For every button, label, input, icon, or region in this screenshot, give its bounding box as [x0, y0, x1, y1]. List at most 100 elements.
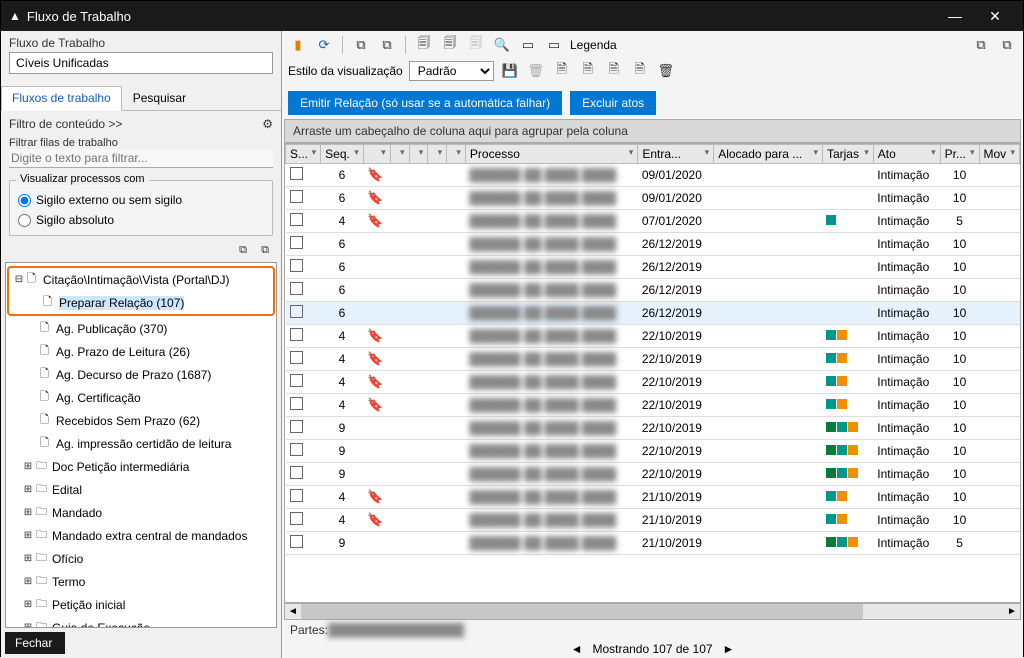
expand-icon[interactable]: ⊞: [22, 461, 34, 472]
tree-item-preparar-relacao[interactable]: 🗋 Preparar Relação (107): [9, 291, 273, 314]
tab-pesquisar[interactable]: Pesquisar: [122, 86, 197, 110]
column-header[interactable]: ▾: [428, 145, 447, 164]
table-row[interactable]: 4🔖██████-██.████.████22/10/2019Intimação…: [286, 325, 1020, 348]
expand-icon[interactable]: ⊞: [22, 530, 34, 541]
excluir-atos-button[interactable]: Excluir atos: [570, 91, 656, 115]
tab-fluxos[interactable]: Fluxos de trabalho: [1, 86, 122, 111]
column-header[interactable]: ▾: [447, 145, 466, 164]
filter-content-link[interactable]: Filtro de conteúdo >> ⚙: [9, 117, 273, 131]
column-header[interactable]: Pr...▾: [940, 145, 979, 164]
row-checkbox[interactable]: [290, 351, 303, 364]
tree-view[interactable]: ⊟ 🗋 Citação\Intimação\Vista (Portal\DJ) …: [5, 262, 277, 628]
radio-sigilo-externo[interactable]: Sigilo externo ou sem sigilo: [18, 193, 264, 207]
row-checkbox[interactable]: [290, 213, 303, 226]
tool-icon-2[interactable]: 🗐: [440, 35, 460, 55]
flow-combo[interactable]: Cíveis Unificadas: [9, 52, 273, 74]
table-row[interactable]: 6██████-██.████.████26/12/2019Intimação1…: [286, 302, 1020, 325]
tree-item[interactable]: ⊞🗀Termo: [6, 570, 276, 593]
table-row[interactable]: 4🔖██████-██.████.████22/10/2019Intimação…: [286, 371, 1020, 394]
table-row[interactable]: 6🔖██████-██.████.████09/01/2020Intimação…: [286, 187, 1020, 210]
minimize-button[interactable]: —: [935, 1, 975, 31]
row-checkbox[interactable]: [290, 512, 303, 525]
column-header[interactable]: ▾: [390, 145, 409, 164]
row-checkbox[interactable]: [290, 167, 303, 180]
tree-item[interactable]: ⊞🗀Ofício: [6, 547, 276, 570]
tree-item[interactable]: 🗋Recebidos Sem Prazo (62): [6, 409, 276, 432]
pager-prev-icon[interactable]: ◄: [571, 642, 583, 656]
row-checkbox[interactable]: [290, 328, 303, 341]
export-icon-4[interactable]: 🗎: [630, 61, 650, 81]
paste-icon[interactable]: ⧉: [377, 35, 397, 55]
tree-item[interactable]: ⊞🗀Edital: [6, 478, 276, 501]
export-icon-1[interactable]: 🗎: [552, 61, 572, 81]
row-checkbox[interactable]: [290, 259, 303, 272]
tree-item[interactable]: 🗋Ag. Decurso de Prazo (1687): [6, 363, 276, 386]
expand-icon[interactable]: ⊞: [22, 622, 34, 628]
expand-icon[interactable]: ⊞: [22, 599, 34, 610]
tree-item[interactable]: 🗋Ag. Certificação: [6, 386, 276, 409]
row-checkbox[interactable]: [290, 466, 303, 479]
column-header[interactable]: ▾: [409, 145, 428, 164]
scroll-right-icon[interactable]: ►: [1004, 606, 1020, 617]
collapse-icon[interactable]: ⊟: [13, 274, 25, 285]
table-row[interactable]: 4🔖██████-██.████.████22/10/2019Intimação…: [286, 394, 1020, 417]
table-row[interactable]: 9██████-██.████.████21/10/2019Intimação5: [286, 532, 1020, 555]
row-checkbox[interactable]: [290, 489, 303, 502]
table-row[interactable]: 6🔖██████-██.████.████09/01/2020Intimação…: [286, 164, 1020, 187]
search-person-icon[interactable]: 🔍: [492, 35, 512, 55]
tree-item[interactable]: ⊞🗀Mandado extra central de mandados: [6, 524, 276, 547]
table-row[interactable]: 4🔖██████-██.████.████21/10/2019Intimação…: [286, 486, 1020, 509]
table-row[interactable]: 4🔖██████-██.████.████22/10/2019Intimação…: [286, 348, 1020, 371]
expand-icon[interactable]: ⊞: [22, 484, 34, 495]
tree-item[interactable]: ⊞🗀Petição inicial: [6, 593, 276, 616]
emitir-relacao-button[interactable]: Emitir Relação (só usar se a automática …: [288, 91, 562, 115]
expand-icon[interactable]: ⊞: [22, 553, 34, 564]
trash-icon[interactable]: 🗑: [656, 61, 676, 81]
column-header[interactable]: Processo▾: [465, 145, 637, 164]
expand-icon[interactable]: ⊞: [22, 507, 34, 518]
table-row[interactable]: 9██████-██.████.████22/10/2019Intimação1…: [286, 463, 1020, 486]
table-row[interactable]: 6██████-██.████.████26/12/2019Intimação1…: [286, 279, 1020, 302]
group-by-bar[interactable]: Arraste um cabeçalho de coluna aqui para…: [284, 119, 1021, 143]
tree-item[interactable]: 🗋Ag. Publicação (370): [6, 317, 276, 340]
column-header[interactable]: Ato▾: [873, 145, 940, 164]
bookmark-icon[interactable]: ▮: [288, 35, 308, 55]
row-checkbox[interactable]: [290, 374, 303, 387]
pager-next-icon[interactable]: ►: [723, 642, 735, 656]
radio-sigilo-absoluto[interactable]: Sigilo absoluto: [18, 213, 264, 227]
row-checkbox[interactable]: [290, 282, 303, 295]
table-row[interactable]: 4🔖██████-██.████.████21/10/2019Intimação…: [286, 509, 1020, 532]
column-header[interactable]: Tarjas▾: [822, 145, 873, 164]
refresh-icon[interactable]: ⟳: [314, 35, 334, 55]
tree-item[interactable]: 🗋Ag. impressão certidão de leitura: [6, 432, 276, 455]
tool-icon-1[interactable]: 🗐: [414, 35, 434, 55]
column-header[interactable]: Alocado para ...▾: [714, 145, 823, 164]
tool-icon-r2[interactable]: ⧉: [997, 35, 1017, 55]
table-row[interactable]: 6██████-██.████.████26/12/2019Intimação1…: [286, 233, 1020, 256]
gear-icon[interactable]: ⚙: [262, 117, 273, 131]
tree-tool-2-icon[interactable]: ⧉: [257, 244, 273, 260]
row-checkbox[interactable]: [290, 236, 303, 249]
table-row[interactable]: 9██████-██.████.████22/10/2019Intimação1…: [286, 417, 1020, 440]
scroll-left-icon[interactable]: ◄: [285, 606, 301, 617]
tree-item[interactable]: ⊞🗀Guia de Execução: [6, 616, 276, 628]
export-icon-3[interactable]: 🗎: [604, 61, 624, 81]
row-checkbox[interactable]: [290, 420, 303, 433]
column-header[interactable]: S...▾: [286, 145, 321, 164]
table-row[interactable]: 9██████-██.████.████22/10/2019Intimação1…: [286, 440, 1020, 463]
tool-icon-5[interactable]: ▭: [544, 35, 564, 55]
table-row[interactable]: 6██████-██.████.████26/12/2019Intimação1…: [286, 256, 1020, 279]
tool-icon-4[interactable]: ▭: [518, 35, 538, 55]
tree-item[interactable]: ⊞🗀Doc Petição intermediária: [6, 455, 276, 478]
tree-item[interactable]: ⊞🗀Mandado: [6, 501, 276, 524]
column-header[interactable]: Mov▾: [979, 145, 1019, 164]
row-checkbox[interactable]: [290, 305, 303, 318]
close-panel-button[interactable]: Fechar: [5, 632, 65, 654]
horizontal-scrollbar[interactable]: ◄ ►: [284, 603, 1021, 620]
row-checkbox[interactable]: [290, 190, 303, 203]
tree-root-citacao[interactable]: ⊟ 🗋 Citação\Intimação\Vista (Portal\DJ): [9, 268, 273, 291]
tree-tool-1-icon[interactable]: ⧉: [235, 244, 251, 260]
row-checkbox[interactable]: [290, 535, 303, 548]
copy-icon[interactable]: ⧉: [351, 35, 371, 55]
row-checkbox[interactable]: [290, 443, 303, 456]
